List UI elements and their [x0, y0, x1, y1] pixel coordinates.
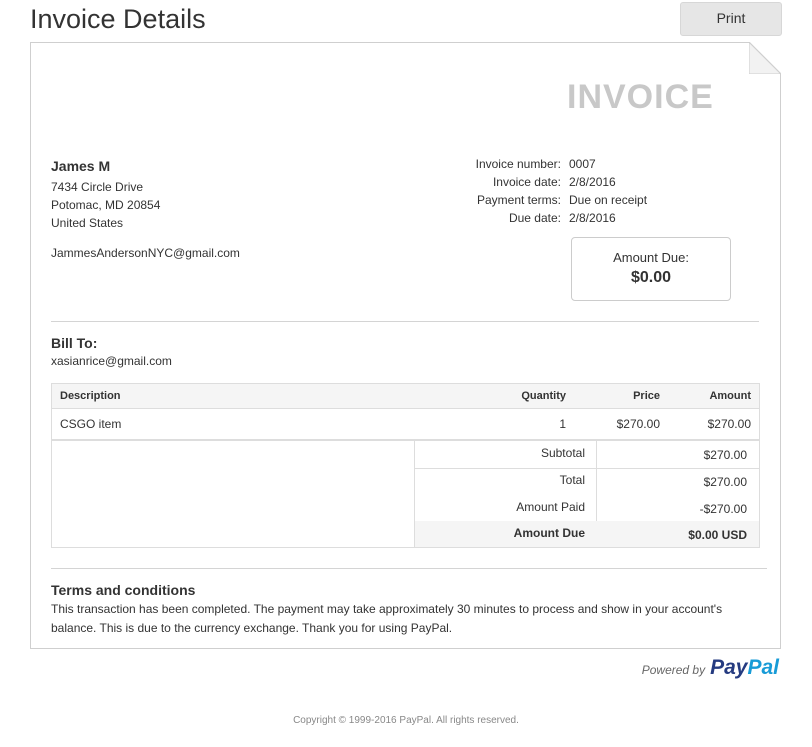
paypal-logo[interactable]: PayPal	[710, 656, 779, 680]
copyright: Copyright © 1999-2016 PayPal. All rights…	[293, 715, 519, 726]
divider	[51, 321, 759, 322]
powered-by-text: Powered by	[641, 663, 706, 677]
totals-row-amount-due: Amount Due $0.00 USD	[415, 521, 759, 547]
page-fold-icon	[749, 42, 781, 74]
totals-row-subtotal: Subtotal $270.00	[415, 441, 759, 467]
meta-row-invoice-date: Invoice date: 2/8/2016	[450, 173, 647, 191]
meta-value: 0007	[569, 157, 596, 171]
meta-label: Payment terms:	[476, 193, 561, 207]
invoice-heading: INVOICE	[567, 78, 714, 116]
header-quantity: Quantity	[521, 390, 566, 402]
meta-row-payment-terms: Payment terms: Due on receipt	[450, 191, 647, 209]
sender-info: James M 7434 Circle Drive Potomac, MD 20…	[51, 157, 240, 262]
page-title: Invoice Details	[30, 4, 206, 34]
header-amount: Amount	[709, 390, 751, 402]
header-description: Description	[60, 390, 121, 402]
item-quantity: 1	[559, 417, 566, 431]
item-amount: $270.00	[707, 417, 751, 431]
bill-to: Bill To: xasianrice@gmail.com	[51, 335, 172, 368]
paypal-logo-pal: Pal	[747, 656, 779, 679]
subtotal-label: Subtotal	[540, 446, 585, 460]
item-price: $270.00	[616, 417, 660, 431]
paypal-logo-pay: Pay	[710, 656, 748, 679]
amount-paid-label: Amount Paid	[516, 500, 585, 514]
sender-email: JammesAndersonNYC@gmail.com	[51, 246, 240, 260]
terms-heading: Terms and conditions	[51, 582, 196, 598]
line-items-table: Description Quantity Price Amount CSGO i…	[51, 383, 760, 440]
powered-by-paypal: Powered by PayPal	[642, 656, 779, 680]
totals-row-amount-paid: Amount Paid -$270.00	[415, 495, 759, 521]
bill-to-heading: Bill To:	[51, 335, 98, 351]
table-header: Description Quantity Price Amount	[52, 384, 759, 409]
amount-due-label: Amount Due:	[613, 250, 689, 265]
final-amount-due-value: $0.00 USD	[688, 528, 747, 542]
meta-value: 2/8/2016	[569, 211, 616, 225]
table-row: CSGO item 1 $270.00 $270.00	[52, 409, 759, 439]
meta-label: Invoice date:	[492, 175, 561, 189]
amount-due-box: Amount Due: $0.00	[571, 237, 731, 301]
sender-address-line1: 7434 Circle Drive	[51, 180, 144, 194]
meta-label: Due date:	[508, 211, 561, 225]
final-amount-due-label: Amount Due	[513, 526, 585, 540]
meta-value: Due on receipt	[569, 193, 648, 207]
amount-paid-value: -$270.00	[699, 502, 747, 516]
meta-label: Invoice number:	[475, 157, 561, 171]
total-value: $270.00	[703, 475, 747, 489]
meta-row-due-date: Due date: 2/8/2016	[450, 209, 647, 227]
print-button[interactable]: Print	[680, 2, 782, 36]
terms-body: This transaction has been completed. The…	[51, 602, 723, 635]
totals-row-total: Total $270.00	[415, 468, 759, 494]
bill-to-email: xasianrice@gmail.com	[51, 354, 172, 368]
invoice-meta: Invoice number: 0007 Invoice date: 2/8/2…	[450, 155, 647, 227]
meta-value: 2/8/2016	[569, 175, 616, 189]
header-price: Price	[633, 390, 660, 402]
sender-address-line2: Potomac, MD 20854	[51, 198, 161, 212]
sender-name: James M	[51, 158, 111, 174]
terms-section: Terms and conditions This transaction ha…	[51, 582, 751, 638]
divider	[51, 568, 767, 569]
meta-row-invoice-number: Invoice number: 0007	[450, 155, 647, 173]
amount-due-value: $0.00	[630, 269, 672, 286]
item-description: CSGO item	[60, 417, 122, 431]
totals-section: Subtotal $270.00 Total $270.00 Amount Pa…	[51, 440, 760, 548]
subtotal-value: $270.00	[703, 448, 747, 462]
sender-country: United States	[51, 216, 124, 230]
total-label: Total	[559, 473, 585, 487]
